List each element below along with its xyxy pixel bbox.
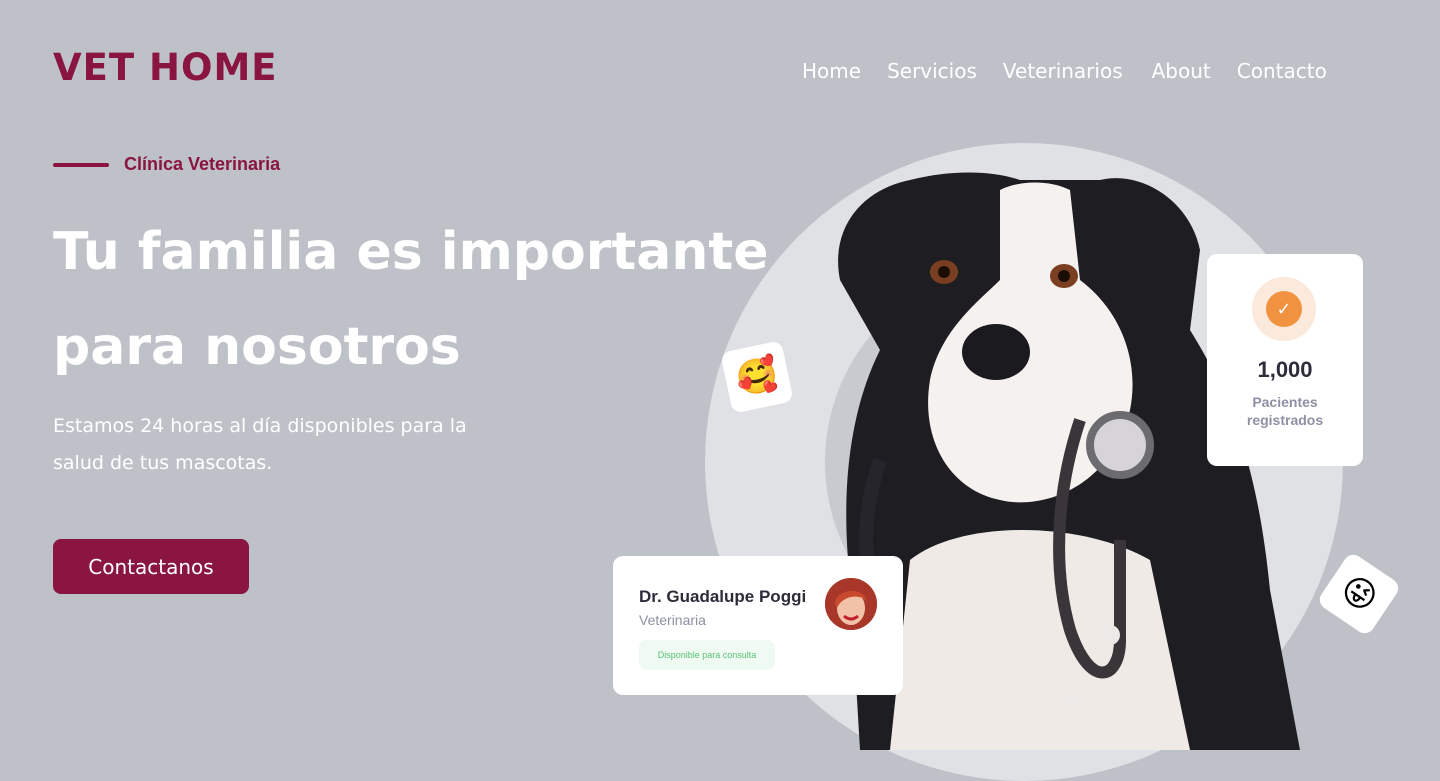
patients-stat-card: ✓ 1,000 Pacientes registrados (1207, 254, 1363, 466)
brand-logo[interactable]: VET HOME (53, 46, 278, 89)
availability-badge: Disponible para consulta (639, 640, 775, 670)
headline-line-2: para nosotros (53, 317, 461, 377)
headline-line-1: Tu familia es importante (53, 222, 769, 282)
doctor-avatar (825, 578, 877, 630)
doctor-card[interactable]: Dr. Guadalupe Poggi Veterinaria Disponib… (613, 556, 903, 695)
nav-veterinarios[interactable]: Veterinarios (1003, 59, 1123, 83)
stat-value: 1,000 (1257, 357, 1313, 382)
avatar-portrait-icon (825, 578, 877, 630)
nav-home[interactable]: Home (802, 59, 861, 83)
hero-headline: Tu familia es importante para nosotros (53, 205, 773, 395)
check-badge: ✓ (1252, 277, 1316, 341)
winking-emoji-icon: 😜 (1333, 568, 1385, 620)
smiling-hearts-emoji-card: 🥰 (720, 340, 794, 414)
smiling-hearts-emoji-icon: 🥰 (732, 354, 782, 400)
contact-button[interactable]: Contactanos (53, 539, 249, 594)
check-icon: ✓ (1266, 291, 1302, 327)
stat-label: Pacientes registrados (1246, 394, 1324, 428)
doctor-name: Dr. Guadalupe Poggi (639, 587, 807, 606)
nav-servicios[interactable]: Servicios (887, 59, 977, 83)
hero-eyebrow: Clínica Veterinaria (124, 154, 281, 174)
nav-contacto[interactable]: Contacto (1237, 59, 1327, 83)
eyebrow-divider (53, 163, 109, 167)
hero-subtext: Estamos 24 horas al día disponibles para… (53, 415, 467, 474)
doctor-role: Veterinaria (639, 612, 706, 628)
winking-emoji-card: 😜 (1315, 550, 1403, 638)
main-nav: Home Servicios Veterinarios About Contac… (802, 59, 1327, 83)
nav-about[interactable]: About (1152, 59, 1211, 83)
